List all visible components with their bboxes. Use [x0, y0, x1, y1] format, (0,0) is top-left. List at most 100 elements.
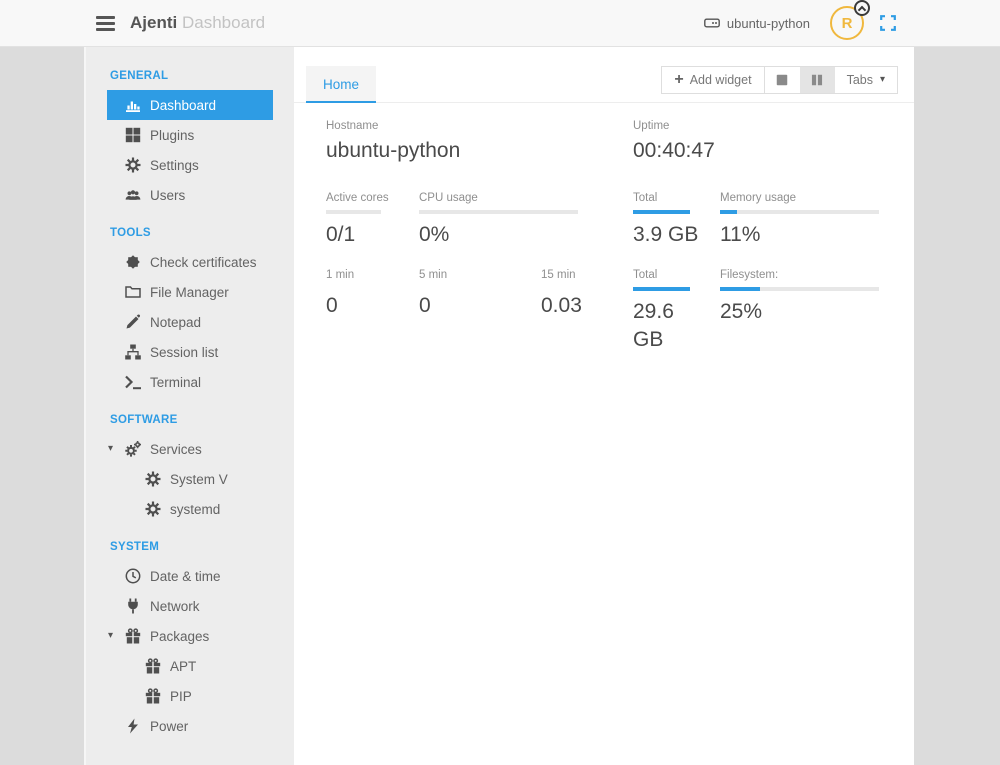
sidebar: GENERAL Dashboard Plugins Settings Users…: [84, 47, 294, 765]
app-title: Ajenti Dashboard: [130, 13, 265, 33]
left-gutter: [0, 47, 84, 765]
sidebar-item-services[interactable]: ▾ Services: [107, 434, 273, 464]
memory-widget: Total 3.9 GB Memory usage 11%: [633, 192, 913, 249]
app-name: Ajenti: [130, 13, 177, 32]
sidebar-item-settings[interactable]: Settings: [107, 150, 273, 180]
tabs-dropdown-button[interactable]: Tabs ▾: [835, 67, 897, 93]
tabs-label: Tabs: [847, 73, 873, 87]
bolt-icon: [125, 718, 141, 734]
pencil-icon: [125, 314, 141, 330]
terminal-icon: [125, 374, 141, 390]
sidebar-item-label: System V: [170, 472, 228, 487]
sidebar-item-date-time[interactable]: Date & time: [107, 561, 273, 591]
gear-icon: [145, 471, 161, 487]
sidebar-item-label: Power: [150, 719, 188, 734]
host-selector[interactable]: ubuntu-python: [704, 15, 810, 31]
progress-bar: [633, 287, 690, 291]
hamburger-icon[interactable]: [96, 13, 115, 34]
metric-value: 0%: [419, 221, 578, 249]
sidebar-item-terminal[interactable]: Terminal: [107, 367, 273, 397]
sidebar-item-label: Date & time: [150, 569, 221, 584]
fullscreen-icon[interactable]: [880, 15, 896, 31]
progress-bar: [326, 210, 381, 214]
chevron-down-icon[interactable]: ▾: [108, 444, 113, 454]
page-title: Dashboard: [182, 13, 265, 32]
package-icon: [125, 628, 141, 644]
sidebar-item-label: Services: [150, 442, 202, 457]
top-bar: Ajenti Dashboard ubuntu-python R: [0, 0, 1000, 47]
package-icon: [145, 688, 161, 704]
main-content: Home + Add widget Tabs ▾: [294, 47, 914, 765]
sidebar-item-users[interactable]: Users: [107, 180, 273, 210]
metric-label: 15 min: [541, 269, 582, 281]
load-15min-metric: 15 min 0.03: [541, 269, 582, 354]
chevron-up-icon: [854, 0, 870, 16]
sidebar-item-label: Check certificates: [150, 255, 257, 270]
columns-icon: [810, 73, 824, 87]
metric-label: Total: [633, 192, 720, 204]
grid-icon: [125, 127, 141, 143]
sidebar-item-pip[interactable]: PIP: [107, 681, 273, 711]
sidebar-item-label: Plugins: [150, 128, 194, 143]
layout-two-columns-button[interactable]: [800, 67, 835, 93]
cpu-cores-metric: Active cores 0/1: [326, 192, 419, 249]
square-icon: [775, 73, 789, 87]
load-1min-metric: 1 min 0: [326, 269, 419, 354]
hostname-widget: Hostname ubuntu-python: [326, 120, 460, 165]
plus-icon: +: [674, 72, 683, 88]
sidebar-item-label: File Manager: [150, 285, 229, 300]
sidebar-item-plugins[interactable]: Plugins: [107, 120, 273, 150]
folder-icon: [125, 284, 141, 300]
metric-value: 0/1: [326, 221, 419, 249]
metric-value: 0: [326, 292, 419, 320]
progress-bar: [720, 287, 879, 291]
hostname-label: ubuntu-python: [727, 16, 810, 31]
sidebar-item-label: systemd: [170, 502, 220, 517]
sidebar-item-network[interactable]: Network: [107, 591, 273, 621]
metric-value: 11%: [720, 221, 879, 249]
progress-bar: [419, 210, 578, 214]
sidebar-item-label: APT: [170, 659, 196, 674]
sidebar-item-apt[interactable]: APT: [107, 651, 273, 681]
sidebar-item-label: Network: [150, 599, 200, 614]
add-widget-button[interactable]: + Add widget: [662, 67, 764, 93]
gear-icon: [125, 157, 141, 173]
uptime-widget-label: Uptime: [633, 120, 715, 132]
sidebar-section-system: SYSTEM: [110, 541, 294, 553]
layout-one-column-button[interactable]: [765, 67, 800, 93]
sidebar-item-label: Packages: [150, 629, 209, 644]
hostname-widget-label: Hostname: [326, 120, 460, 132]
sidebar-item-check-certificates[interactable]: Check certificates: [107, 247, 273, 277]
add-widget-label: Add widget: [690, 73, 752, 87]
sidebar-item-label: Settings: [150, 158, 199, 173]
sidebar-item-label: Session list: [150, 345, 218, 360]
avatar[interactable]: R: [830, 6, 864, 40]
sidebar-item-power[interactable]: Power: [107, 711, 273, 741]
uptime-widget-value: 00:40:47: [633, 137, 715, 165]
sidebar-item-system-v[interactable]: System V: [107, 464, 273, 494]
sidebar-item-notepad[interactable]: Notepad: [107, 307, 273, 337]
metric-label: Total: [633, 269, 720, 281]
sidebar-item-packages[interactable]: ▾ Packages: [107, 621, 273, 651]
sidebar-item-label: PIP: [170, 689, 192, 704]
chevron-down-icon[interactable]: ▾: [108, 631, 113, 641]
widget-grid: Hostname ubuntu-python Uptime 00:40:47 A…: [294, 103, 914, 354]
metric-value: 3.9 GB: [633, 221, 699, 249]
sidebar-item-label: Terminal: [150, 375, 201, 390]
sidebar-item-dashboard[interactable]: Dashboard: [107, 90, 273, 120]
load-average-widget: 1 min 0 5 min 0 15 min 0.03: [326, 269, 633, 354]
tab-home[interactable]: Home: [306, 66, 376, 103]
metric-label: Active cores: [326, 192, 419, 204]
uptime-widget: Uptime 00:40:47: [633, 120, 715, 165]
sidebar-item-label: Users: [150, 188, 185, 203]
sidebar-item-systemd[interactable]: systemd: [107, 494, 273, 524]
gear-icon: [145, 501, 161, 517]
metric-value: 0: [419, 292, 541, 320]
sidebar-item-session-list[interactable]: Session list: [107, 337, 273, 367]
certificate-icon: [125, 254, 141, 270]
avatar-letter: R: [842, 15, 853, 32]
sidebar-item-label: Dashboard: [150, 98, 216, 113]
gears-icon: [125, 441, 141, 457]
sidebar-item-file-manager[interactable]: File Manager: [107, 277, 273, 307]
dashboard-toolbar: Home + Add widget Tabs ▾: [294, 66, 914, 103]
